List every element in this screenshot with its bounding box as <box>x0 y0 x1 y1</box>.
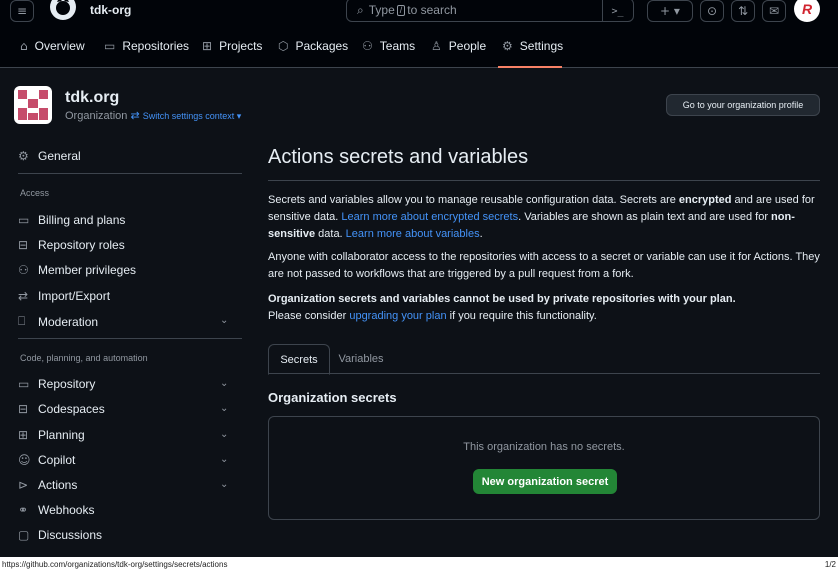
empty-state-text: This organization has no secrets. <box>463 441 625 453</box>
issues-icon[interactable]: ⊙ <box>700 0 724 22</box>
secrets-variables-tabs: Secrets Variables <box>268 344 820 375</box>
people-icon: ⚇ <box>362 39 373 53</box>
sidebar-item-actions[interactable]: ⊳ Actions <box>18 478 77 492</box>
sidebar-item-member-privileges[interactable]: ⚇ Member privileges <box>18 263 136 277</box>
sidebar-item-planning[interactable]: ⊞ Planning <box>18 428 85 442</box>
divider <box>18 173 242 174</box>
nav-repositories[interactable]: ▭ Repositories <box>104 39 189 53</box>
divider <box>18 338 242 339</box>
codespaces-icon: ⊟ <box>18 402 29 416</box>
intro-paragraph: Secrets and variables allow you to manag… <box>268 194 815 240</box>
webhook-icon: ⚭ <box>18 503 29 517</box>
org-profile-button[interactable]: Go to your organization profile <box>666 94 820 116</box>
create-new-button[interactable]: + ▾ <box>647 0 693 22</box>
sidebar-item-webhooks[interactable]: ⚭ Webhooks <box>18 503 94 517</box>
section-title: Organization secrets <box>268 390 397 405</box>
search-icon: ⌕ <box>357 2 364 17</box>
org-nav: ⌂ Overview ▭ Repositories ⊞ Projects ⬡ Packa… <box>0 24 838 68</box>
plan-warning: Organization secrets and variables canno… <box>268 293 736 322</box>
nav-settings[interactable]: ⚙ Settings <box>502 39 563 53</box>
sidebar-item-repository[interactable]: ▭ Repository <box>18 377 95 391</box>
learn-variables-link[interactable]: Learn more about variables <box>346 228 480 240</box>
chevron-down-icon[interactable]: ⌄ <box>220 429 228 440</box>
org-avatar <box>14 86 52 124</box>
arrow-switch-icon: ⇄ <box>18 289 29 303</box>
new-org-secret-button[interactable]: New organization secret <box>473 469 617 494</box>
inbox-icon[interactable]: ✉ <box>762 0 786 22</box>
sidebar-item-billing[interactable]: ▭ Billing and plans <box>18 213 125 227</box>
switch-icon: ⇄ <box>130 109 140 122</box>
nav-projects[interactable]: ⊞ Projects <box>202 39 262 53</box>
sidebar-heading-access: Access <box>20 188 50 198</box>
table-icon: ⊞ <box>202 39 213 53</box>
nav-people[interactable]: ♙ People <box>431 39 486 53</box>
collaborator-paragraph: Anyone with collaborator access to the r… <box>268 251 820 280</box>
org-subtitle: Organization ⇄ Switch settings context ▾ <box>65 109 241 122</box>
page-indicator: 1/2 <box>824 560 836 569</box>
sidebar-item-codespaces[interactable]: ⊟ Codespaces <box>18 402 105 416</box>
user-avatar[interactable]: R <box>794 0 820 22</box>
status-url: https://github.com/organizations/tdk-org… <box>2 560 228 569</box>
search-placeholder-post: to search <box>407 3 457 17</box>
play-icon: ⊳ <box>18 478 29 492</box>
sidebar-item-moderation[interactable]: ⎕ Moderation <box>18 314 98 329</box>
pull-requests-icon[interactable]: ⇅ <box>731 0 755 22</box>
comment-discussion-icon: ▢ <box>18 528 30 542</box>
org-name-link[interactable]: tdk-org <box>90 3 131 17</box>
report-icon: ⎕ <box>18 314 26 328</box>
tab-secrets[interactable]: Secrets <box>268 344 330 375</box>
nav-packages[interactable]: ⬡ Packages <box>278 39 348 53</box>
chevron-down-icon[interactable]: ⌄ <box>220 315 228 326</box>
chevron-down-icon[interactable]: ⌄ <box>220 479 228 490</box>
tab-variables[interactable]: Variables <box>330 344 392 374</box>
id-badge-icon: ⊟ <box>18 238 29 252</box>
gear-icon: ⚙ <box>18 149 29 163</box>
secrets-empty-box: This organization has no secrets. New or… <box>268 416 820 520</box>
sidebar-item-repository-roles[interactable]: ⊟ Repository roles <box>18 238 125 252</box>
search-placeholder-pre: Type <box>368 3 395 17</box>
chevron-down-icon[interactable]: ⌄ <box>220 403 228 414</box>
copilot-icon: ☺ <box>18 453 31 467</box>
upgrade-plan-link[interactable]: upgrading your plan <box>349 310 446 322</box>
chevron-down-icon[interactable]: ⌄ <box>220 378 228 389</box>
repo-icon: ▭ <box>18 377 30 391</box>
command-palette-icon[interactable]: >_ <box>602 0 632 22</box>
nav-teams[interactable]: ⚇ Teams <box>362 39 415 53</box>
chevron-down-icon[interactable]: ⌄ <box>220 454 228 465</box>
learn-encrypted-secrets-link[interactable]: Learn more about encrypted secrets <box>341 211 518 223</box>
switch-settings-context[interactable]: Switch settings context ▾ <box>143 111 242 121</box>
repo-icon: ▭ <box>104 39 116 53</box>
sidebar-item-copilot[interactable]: ☺ Copilot <box>18 453 75 467</box>
person-icon: ♙ <box>431 39 442 53</box>
gear-icon: ⚙ <box>502 39 513 53</box>
nav-active-underline <box>498 66 562 68</box>
people-icon: ⚇ <box>18 263 29 277</box>
hamburger-menu-icon[interactable]: ≡ <box>10 0 34 22</box>
org-title: tdk.org <box>65 89 120 106</box>
search-input[interactable]: ⌕ Type / to search <box>346 0 634 22</box>
org-type: Organization <box>65 110 128 122</box>
sidebar-item-import-export[interactable]: ⇄ Import/Export <box>18 289 110 303</box>
home-icon: ⌂ <box>20 39 28 53</box>
page-title: Actions secrets and variables <box>268 146 529 168</box>
top-bar: ≡ tdk-org ⌕ Type / to search >_ + ▾ ⊙ ⇅ … <box>0 0 838 24</box>
table-icon: ⊞ <box>18 428 29 442</box>
search-slash-key: / <box>396 4 406 16</box>
sidebar-heading-code: Code, planning, and automation <box>20 353 148 363</box>
nav-overview[interactable]: ⌂ Overview <box>20 39 85 53</box>
status-bar: https://github.com/organizations/tdk-org… <box>0 557 838 580</box>
sidebar-item-general[interactable]: ⚙ General <box>18 149 81 163</box>
github-logo-icon[interactable] <box>50 0 76 20</box>
credit-card-icon: ▭ <box>18 213 30 227</box>
title-divider <box>268 180 820 181</box>
package-icon: ⬡ <box>278 39 289 53</box>
sidebar-item-discussions[interactable]: ▢ Discussions <box>18 528 102 542</box>
